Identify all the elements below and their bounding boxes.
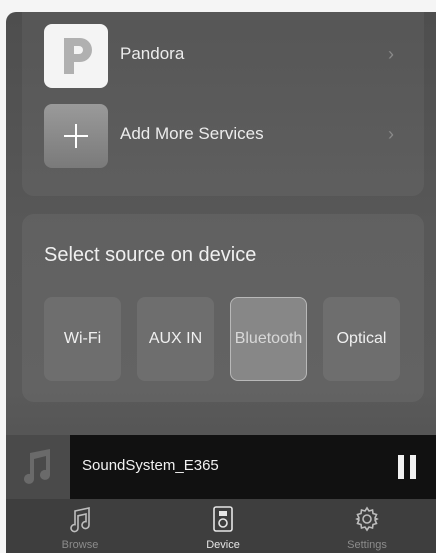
source-title: Select source on device bbox=[44, 244, 257, 266]
tab-browse[interactable]: Browse bbox=[20, 499, 140, 553]
tab-label: Settings bbox=[347, 539, 387, 551]
gear-icon bbox=[355, 506, 379, 532]
track-name: SoundSystem_E365 bbox=[82, 457, 219, 474]
app-screen: Pandora › Add More Services › Select sou… bbox=[6, 12, 436, 553]
tab-bar: Browse Device Settings bbox=[6, 499, 436, 553]
source-button-optical[interactable]: Optical bbox=[323, 297, 400, 381]
music-note-icon bbox=[24, 449, 50, 484]
tab-device[interactable]: Device bbox=[163, 499, 283, 553]
plus-icon bbox=[44, 104, 108, 168]
chevron-right-icon: › bbox=[388, 124, 394, 144]
source-button-aux-in[interactable]: AUX IN bbox=[137, 297, 214, 381]
service-row-pandora[interactable]: Pandora › bbox=[22, 24, 424, 88]
service-label: Add More Services bbox=[120, 124, 264, 143]
speaker-icon bbox=[213, 506, 233, 532]
chevron-right-icon: › bbox=[388, 44, 394, 64]
services-card: Pandora › Add More Services › bbox=[22, 12, 424, 196]
music-note-icon bbox=[70, 507, 90, 533]
pandora-icon bbox=[44, 24, 108, 88]
pause-button[interactable] bbox=[398, 455, 416, 479]
source-button-bluetooth[interactable]: Bluetooth bbox=[230, 297, 307, 381]
now-playing-bar[interactable]: SoundSystem_E365 bbox=[6, 435, 436, 499]
tab-settings[interactable]: Settings bbox=[307, 499, 427, 553]
tab-label: Browse bbox=[61, 539, 99, 551]
source-card: Select source on device Wi-Fi AUX IN Blu… bbox=[22, 214, 424, 402]
source-button-wifi[interactable]: Wi-Fi bbox=[44, 297, 121, 381]
tab-label: Device bbox=[206, 539, 240, 551]
service-row-add-more[interactable]: Add More Services › bbox=[22, 104, 424, 168]
service-label: Pandora bbox=[120, 44, 185, 63]
album-art bbox=[6, 435, 70, 499]
